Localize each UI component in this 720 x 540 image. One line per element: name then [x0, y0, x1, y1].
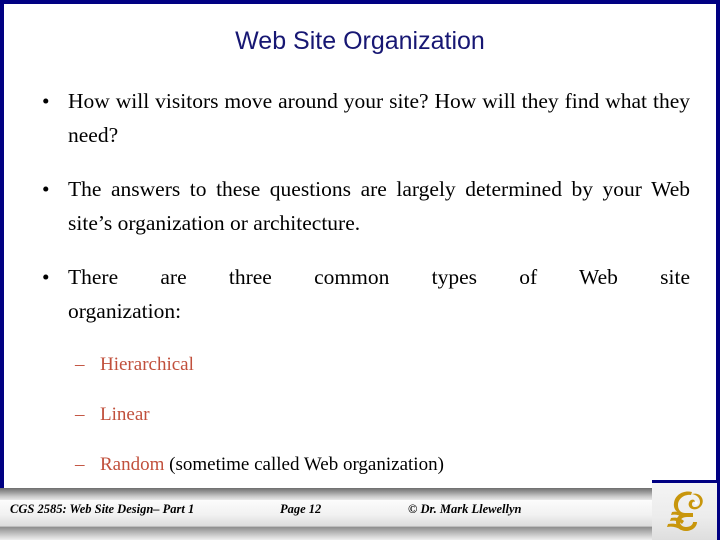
dash-marker-icon: –	[75, 454, 85, 475]
slide-border-left	[0, 0, 4, 489]
footer-course-label: CGS 2585: Web Site Design– Part 1	[10, 502, 195, 516]
pegasus-icon	[667, 491, 703, 531]
sub-bullet-item: – Random (sometime called Web organizati…	[30, 452, 690, 478]
footer-bar-top	[0, 488, 720, 500]
footer-page-number: Page 12	[280, 502, 322, 516]
bullet-item: • The answers to these questions are lar…	[30, 172, 690, 240]
bullet-text: The answers to these questions are large…	[68, 177, 690, 235]
bullet-text-line: There are three common types of Web site	[68, 265, 690, 289]
slide: Web Site Organization • How will visitor…	[0, 0, 720, 540]
slide-border-top	[0, 0, 720, 4]
sub-bullet-keyword: Hierarchical	[100, 354, 194, 375]
sub-bullet-item: – Linear	[30, 402, 690, 428]
slide-body: • How will visitors move around your sit…	[30, 84, 690, 478]
sub-bullet-keyword: Random	[100, 454, 165, 475]
sub-bullet-note: (sometime called Web organization)	[164, 454, 444, 475]
dash-marker-icon: –	[75, 404, 85, 425]
footer-bar-bottom	[0, 527, 720, 540]
bullet-item: • There are three common types of Web si…	[30, 260, 690, 328]
sub-bullet-keyword: Linear	[100, 404, 150, 425]
slide-title: Web Site Organization	[235, 27, 485, 55]
footer-copyright-label: © Dr. Mark Llewellyn	[408, 502, 522, 516]
dash-marker-icon: –	[75, 354, 85, 375]
bullet-marker-icon: •	[42, 265, 50, 289]
slide-footer: CGS 2585: Web Site Design– Part 1 Page 1…	[0, 480, 720, 540]
bullet-marker-icon: •	[42, 177, 50, 201]
bullet-item: • How will visitors move around your sit…	[30, 84, 690, 152]
ucf-pegasus-logo	[652, 480, 720, 540]
bullet-text: There are three common types of Web site…	[68, 260, 690, 328]
bullet-text: How will visitors move around your site?…	[68, 89, 690, 147]
bullet-marker-icon: •	[42, 89, 50, 113]
sub-bullet-item: – Hierarchical	[30, 352, 690, 378]
bullet-text-line: organization:	[68, 299, 182, 323]
slide-border-right	[716, 0, 720, 489]
